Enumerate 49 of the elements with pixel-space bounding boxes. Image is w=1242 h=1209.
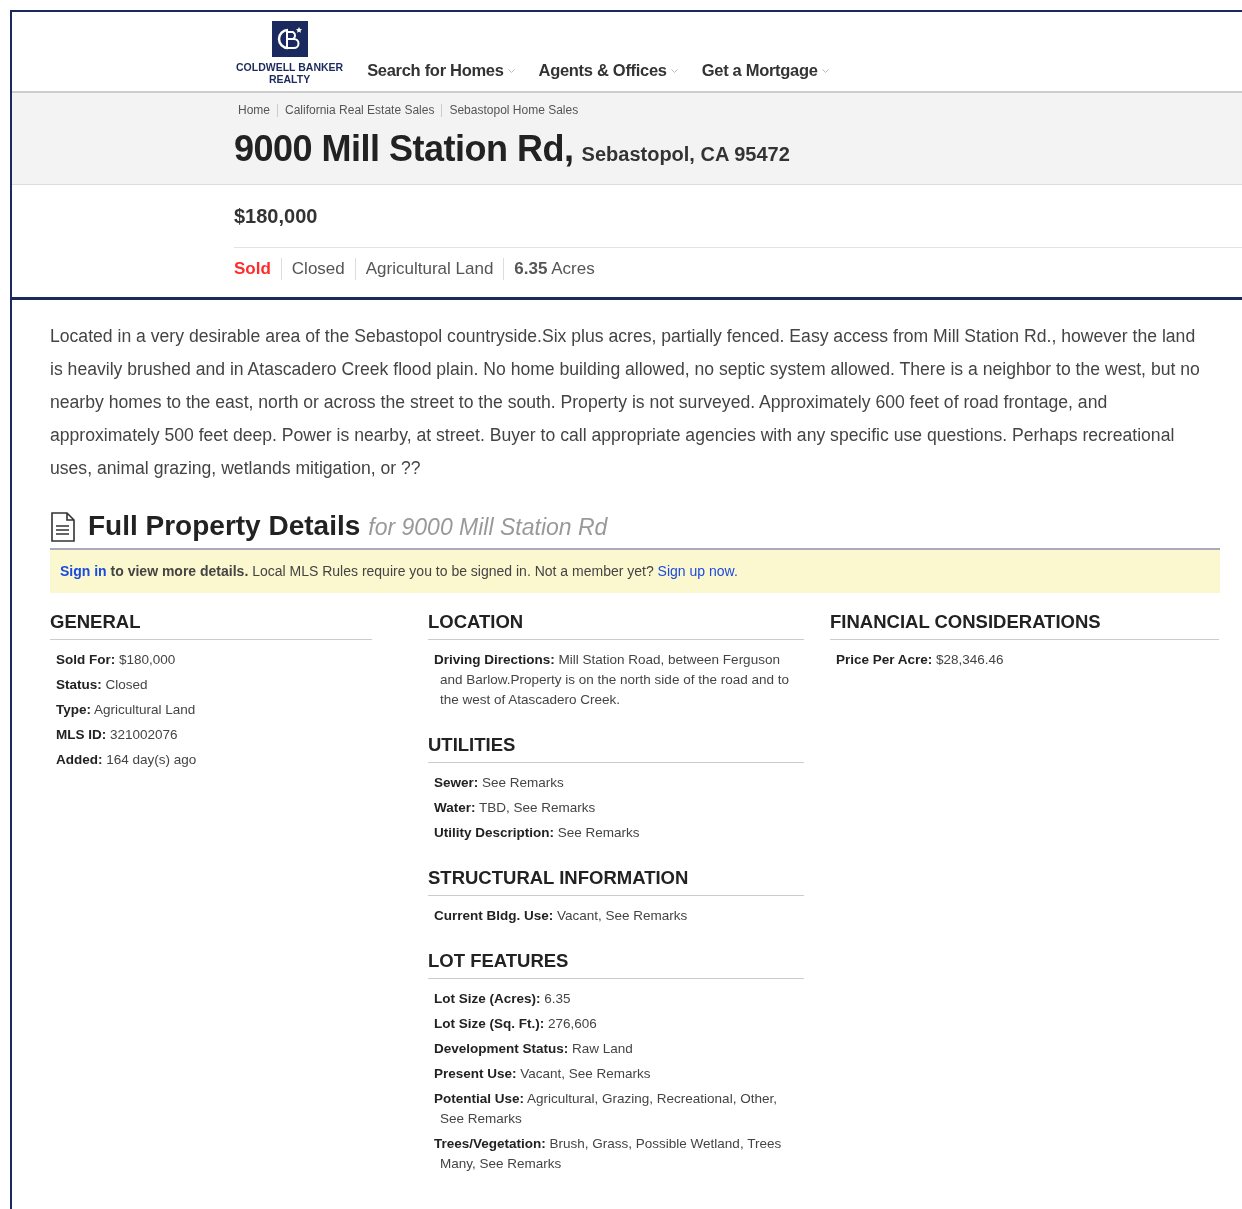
detail-field: Sewer: See Remarks <box>434 772 794 793</box>
nav-link[interactable]: Search for Homes <box>367 58 515 87</box>
status-tag: Closed <box>291 256 345 282</box>
caret-icon <box>670 69 678 75</box>
detail-field: Utility Description: See Remarks <box>434 822 794 843</box>
brand-name: COLDWELL BANKER <box>236 61 344 73</box>
detail-field: Lot Size (Acres): 6.35 <box>434 989 794 1010</box>
status-tag: 6.35 Acres <box>514 256 595 282</box>
detail-field: Status: Closed <box>56 674 372 695</box>
caret-icon <box>821 69 829 75</box>
detail-field: Lot Size (Sq. Ft.): 276,606 <box>434 1014 794 1035</box>
caret-icon <box>507 69 515 75</box>
breadcrumb-link[interactable]: Home <box>238 101 270 119</box>
brand-name: REALTY <box>267 73 312 85</box>
detail-field: Sold For: $180,000 <box>56 649 372 670</box>
detail-field: Water: TBD, See Remarks <box>434 797 794 818</box>
detail-field: Driving Directions: Mill Station Road, between Ferguson and Barlow.Property is on the north side of the road and to the west of Atascadero Creek. <box>434 649 794 710</box>
column-heading: STRUCTURAL INFORMATION <box>428 866 804 897</box>
property-title: 9000 Mill Station Rd, <box>234 127 574 171</box>
detail-field: Type: Agricultural Land <box>56 699 372 720</box>
nav-link[interactable]: Agents & Offices <box>538 58 678 87</box>
sign-in-notice: Sign in to view more details. Local MLS Rules require you to be signed in. Not a member yet? Sign up now. <box>50 549 1220 593</box>
column-heading: GENERAL <box>50 610 372 640</box>
detail-field: Development Status: Raw Land <box>434 1039 794 1060</box>
detail-field: MLS ID: 321002076 <box>56 724 372 745</box>
nav-link[interactable]: Get a Mortgage <box>701 58 829 87</box>
column-heading: LOCATION <box>428 610 804 640</box>
document-icon <box>50 511 76 542</box>
breadcrumb-link[interactable]: Sebastopol Home Sales <box>449 101 579 119</box>
sign-in-link[interactable]: Sign in <box>60 562 107 579</box>
status-tag: Agricultural Land <box>365 256 494 282</box>
detail-field: Current Bldg. Use: Vacant, See Remarks <box>434 906 794 927</box>
detail-field: Price Per Acre: $28,346.46 <box>836 649 1219 670</box>
detail-field: Added: 164 day(s) ago <box>56 749 372 770</box>
section-title: Full Property Details <box>88 509 361 543</box>
logo-icon[interactable] <box>271 21 308 57</box>
column-heading: LOT FEATURES <box>428 950 804 980</box>
column-heading: UTILITIES <box>428 733 804 763</box>
property-address: Sebastopol, CA 95472 <box>581 142 790 167</box>
status-tag: Sold <box>234 256 271 282</box>
column-heading: FINANCIAL CONSIDERATIONS <box>830 610 1219 640</box>
sign-up-link[interactable]: Sign up now. <box>657 562 738 579</box>
detail-field: Present Use: Vacant, See Remarks <box>434 1064 794 1085</box>
section-subtitle: for 9000 Mill Station Rd <box>368 513 608 542</box>
breadcrumb-link[interactable]: California Real Estate Sales <box>285 101 435 119</box>
detail-field: Potential Use: Agricultural, Grazing, Recreational, Other, See Remarks <box>434 1089 794 1130</box>
description: Located in a very desirable area of the Sebastopol countryside.Six plus acres, partially fenced. Easy access from Mill Station Rd., however the land is heavily brushed and in Atascadero Creek flood plain. No home building allowed, no septic system allowed. There is a neighbor to the west, but no nearby homes to the east, north or across the street to the south. Property is not surveyed. Approximately 600 feet of road frontage, and approximately 500 feet deep. Power is nearby, at street. Buyer to call appropriate agencies with any specific use questions. Perhaps recreational uses, animal grazing, wetlands mitigation, or ?? <box>49 325 1201 480</box>
detail-field: Trees/Vegetation: Brush, Grass, Possible Wetland, Trees Many, See Remarks <box>434 1134 794 1175</box>
price: $180,000 <box>234 185 1242 248</box>
